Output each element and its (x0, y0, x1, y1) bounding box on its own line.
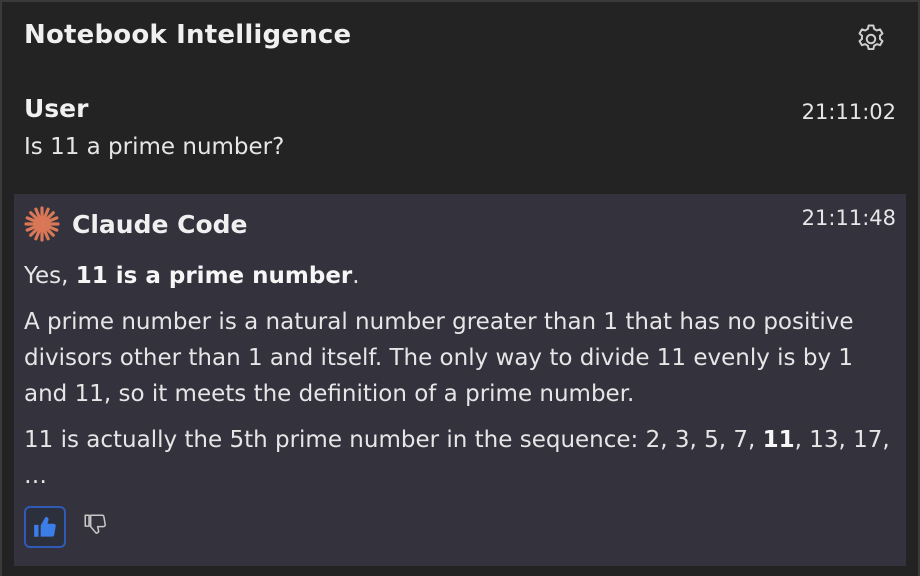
sequence-paragraph: 11 is actually the 5th prime number in t… (24, 422, 892, 494)
assistant-message-time: 21:11:48 (801, 206, 896, 230)
answer-paragraph: Yes, 11 is a prime number. (24, 258, 892, 294)
thumbs-up-icon (34, 516, 56, 537)
panel-title: Notebook Intelligence (24, 20, 352, 50)
user-sender-name: User (24, 94, 89, 123)
answer-bold-text: 11 is a prime number (75, 263, 353, 289)
thumbs-down-icon (84, 514, 106, 534)
user-message-time: 21:11:02 (801, 100, 896, 124)
assistant-message: Claude Code 21:11:48 Yes, 11 is a prime … (14, 194, 906, 566)
notebook-intelligence-panel: Notebook Intelligence User 21:11:02 Is 1… (0, 0, 920, 576)
thumbs-up-button[interactable] (24, 506, 66, 548)
assistant-sender-name: Claude Code (72, 210, 248, 239)
claude-sparkle-icon (24, 206, 60, 242)
panel-header: Notebook Intelligence (24, 20, 896, 60)
answer-text: Yes, (24, 263, 76, 289)
user-message-text: Is 11 a prime number? (24, 134, 285, 160)
assistant-message-header: Claude Code 21:11:48 (24, 206, 896, 246)
sequence-text: 11 is actually the 5th prime number in t… (24, 427, 763, 453)
assistant-message-body: Yes, 11 is a prime number. A prime numbe… (24, 258, 892, 504)
sequence-bold-text: 11 (762, 427, 795, 453)
gear-icon[interactable] (854, 22, 888, 56)
answer-text-end: . (352, 263, 360, 289)
definition-paragraph: A prime number is a natural number great… (24, 309, 854, 407)
thumbs-down-button[interactable] (76, 506, 118, 548)
user-message: User 21:11:02 Is 11 a prime number? (24, 94, 896, 160)
